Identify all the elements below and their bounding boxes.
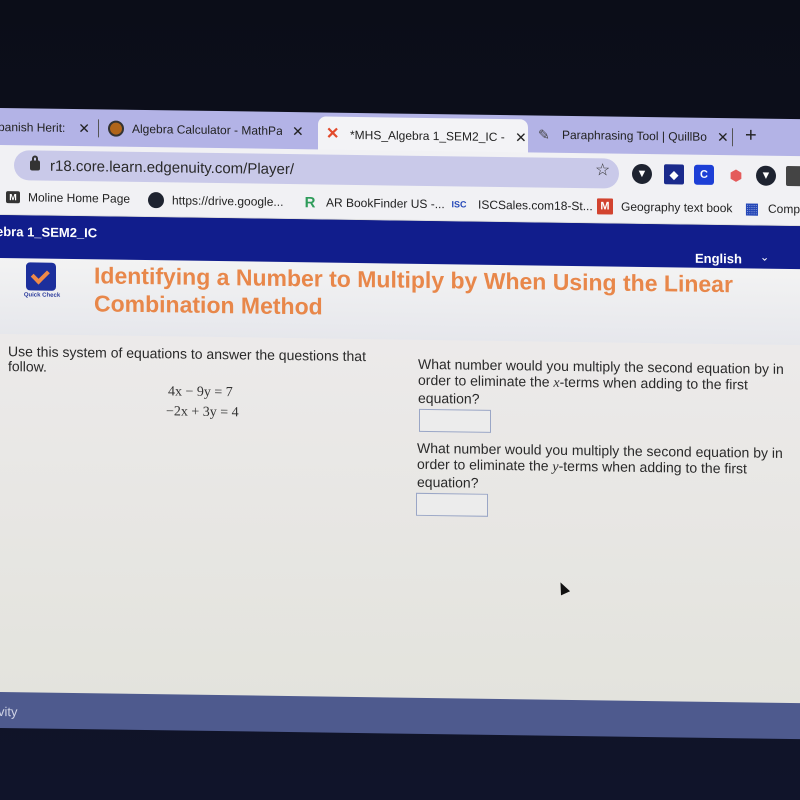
tab-separator xyxy=(732,128,733,147)
bookmark-ar-bookfinder[interactable]: R AR BookFinder US -... xyxy=(302,194,445,212)
lesson-header: Quick Check Identifying a Number to Mult… xyxy=(0,258,800,348)
question-2: What number would you multiply the secon… xyxy=(417,440,789,495)
tab-separator xyxy=(98,119,99,138)
bookmark-compr[interactable]: ▦ Compr xyxy=(744,200,800,217)
bookmark-label: AR BookFinder US -... xyxy=(326,195,445,212)
instructions-text: Use this system of equations to answer t… xyxy=(8,343,366,375)
tab-spanish-heritage[interactable]: panish Herit: ✕ xyxy=(0,112,90,143)
equation-2: −2x + 3y = 4 xyxy=(166,404,239,421)
extension-more-icon[interactable] xyxy=(786,165,800,187)
isc-icon: ISC xyxy=(451,199,467,210)
photo-of-screen: panish Herit: ✕ Algebra Calculator - Mat… xyxy=(0,0,800,800)
language-selector[interactable]: English xyxy=(695,251,742,267)
answer-input-2[interactable] xyxy=(416,492,488,517)
bookmark-label: Geography text book xyxy=(621,199,733,216)
bookmark-star-icon[interactable]: ☆ xyxy=(595,160,610,180)
footer-label: vity xyxy=(0,703,18,720)
question-1: What number would you multiply the secon… xyxy=(418,356,790,411)
equation-1: 4x − 9y = 7 xyxy=(168,384,233,401)
extension-c-icon[interactable]: C xyxy=(694,164,714,185)
mouse-cursor-icon xyxy=(555,580,571,596)
tab-label: *MHS_Algebra 1_SEM2_IC - l xyxy=(350,127,505,145)
lesson-title: Identifying a Number to Multiply by When… xyxy=(94,262,733,320)
close-icon[interactable]: ✕ xyxy=(515,129,527,146)
extension-share-icon[interactable]: ⬢ xyxy=(726,165,746,185)
close-icon[interactable]: ✕ xyxy=(292,123,304,140)
mathpapa-icon xyxy=(108,120,124,137)
close-icon[interactable]: ✕ xyxy=(717,129,729,146)
bookmark-google-drive[interactable]: https://drive.google... xyxy=(148,192,283,210)
quick-check-icon xyxy=(26,262,56,291)
tab-quillbot[interactable]: ✎ Paraphrasing Tool | QuillBot ✕ xyxy=(538,120,738,153)
quillbot-feather-icon: ✎ xyxy=(538,126,550,143)
extension-shield-icon[interactable]: ▼ xyxy=(756,165,776,186)
tab-label: Algebra Calculator - MathPa; xyxy=(132,121,282,138)
bookmark-label: ISCSales.com18-St... xyxy=(478,197,593,214)
question-panel: Use this system of equations to answer t… xyxy=(0,334,800,706)
edgenuity-x-icon: ✕ xyxy=(326,125,340,143)
answer-input-1[interactable] xyxy=(419,408,491,433)
lock-icon xyxy=(30,160,40,171)
close-icon[interactable]: ✕ xyxy=(78,120,90,137)
bookmark-geography-text-book[interactable]: M Geography text book xyxy=(597,198,732,216)
bookmark-label: Moline Home Page xyxy=(28,190,131,206)
chevron-down-icon[interactable]: ⌄ xyxy=(760,251,769,264)
m-red-icon: M xyxy=(597,198,613,215)
course-name: ebra 1_SEM2_IC xyxy=(0,223,98,241)
address-bar[interactable]: r18.core.learn.edgenuity.com/Player/ xyxy=(14,150,619,189)
tab-label: Paraphrasing Tool | QuillBot xyxy=(562,127,707,144)
adblock-shield-icon[interactable]: ▼ xyxy=(632,163,652,185)
globe-icon xyxy=(148,192,164,209)
new-tab-button[interactable]: + xyxy=(745,124,757,147)
url-text: r18.core.learn.edgenuity.com/Player/ xyxy=(50,157,295,178)
ar-r-icon: R xyxy=(304,193,316,211)
tab-label: panish Herit: xyxy=(0,119,66,135)
extension-o-icon[interactable]: ◆ xyxy=(664,164,684,185)
quick-check-label: Quick Check xyxy=(23,292,61,299)
bookmark-iscsales[interactable]: ISC ISCSales.com18-St... xyxy=(448,196,593,214)
bookmark-moline-home-page[interactable]: M Moline Home Page xyxy=(6,190,130,206)
school-m-icon: M xyxy=(6,191,20,204)
bookmark-label: Compr xyxy=(768,201,800,217)
tab-algebra-calculator[interactable]: Algebra Calculator - MathPa; ✕ xyxy=(108,114,308,147)
grid-icon: ▦ xyxy=(744,200,760,218)
bookmark-label: https://drive.google... xyxy=(172,193,284,209)
